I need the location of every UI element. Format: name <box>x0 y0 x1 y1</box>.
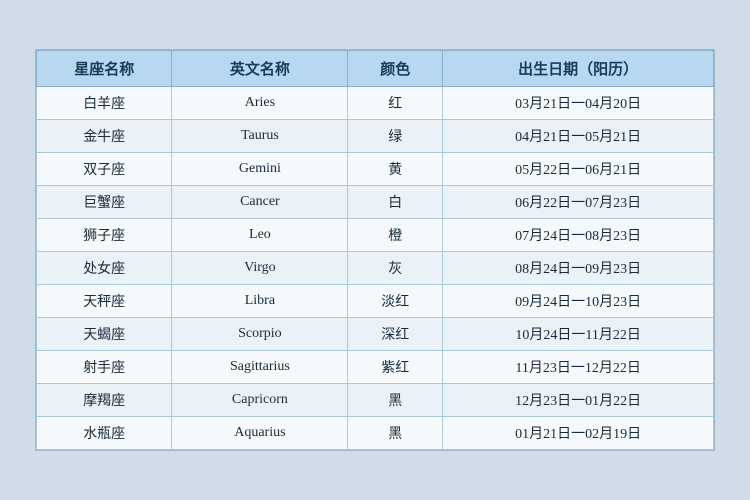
table-row: 水瓶座Aquarius黑01月21日一02月19日 <box>37 417 714 450</box>
header-english: 英文名称 <box>172 51 348 87</box>
table-row: 狮子座Leo橙07月24日一08月23日 <box>37 219 714 252</box>
cell-english: Leo <box>172 219 348 252</box>
cell-color: 白 <box>348 186 443 219</box>
cell-chinese: 水瓶座 <box>37 417 172 450</box>
cell-english: Sagittarius <box>172 351 348 384</box>
zodiac-table: 星座名称 英文名称 颜色 出生日期（阳历） 白羊座Aries红03月21日一04… <box>36 50 714 450</box>
table-header-row: 星座名称 英文名称 颜色 出生日期（阳历） <box>37 51 714 87</box>
cell-english: Capricorn <box>172 384 348 417</box>
table-row: 摩羯座Capricorn黑12月23日一01月22日 <box>37 384 714 417</box>
cell-english: Aquarius <box>172 417 348 450</box>
cell-date: 04月21日一05月21日 <box>443 120 714 153</box>
cell-chinese: 射手座 <box>37 351 172 384</box>
cell-english: Scorpio <box>172 318 348 351</box>
table-row: 处女座Virgo灰08月24日一09月23日 <box>37 252 714 285</box>
cell-chinese: 白羊座 <box>37 87 172 120</box>
cell-date: 12月23日一01月22日 <box>443 384 714 417</box>
header-date: 出生日期（阳历） <box>443 51 714 87</box>
cell-chinese: 狮子座 <box>37 219 172 252</box>
table-row: 射手座Sagittarius紫红11月23日一12月22日 <box>37 351 714 384</box>
table-body: 白羊座Aries红03月21日一04月20日金牛座Taurus绿04月21日一0… <box>37 87 714 450</box>
table-row: 天秤座Libra淡红09月24日一10月23日 <box>37 285 714 318</box>
cell-color: 绿 <box>348 120 443 153</box>
zodiac-table-container: 星座名称 英文名称 颜色 出生日期（阳历） 白羊座Aries红03月21日一04… <box>35 49 715 451</box>
cell-color: 黑 <box>348 384 443 417</box>
table-row: 白羊座Aries红03月21日一04月20日 <box>37 87 714 120</box>
header-chinese: 星座名称 <box>37 51 172 87</box>
cell-chinese: 巨蟹座 <box>37 186 172 219</box>
cell-date: 03月21日一04月20日 <box>443 87 714 120</box>
cell-date: 10月24日一11月22日 <box>443 318 714 351</box>
cell-english: Libra <box>172 285 348 318</box>
cell-chinese: 双子座 <box>37 153 172 186</box>
cell-english: Cancer <box>172 186 348 219</box>
cell-chinese: 天秤座 <box>37 285 172 318</box>
cell-chinese: 金牛座 <box>37 120 172 153</box>
cell-date: 09月24日一10月23日 <box>443 285 714 318</box>
cell-chinese: 天蝎座 <box>37 318 172 351</box>
cell-color: 红 <box>348 87 443 120</box>
cell-chinese: 摩羯座 <box>37 384 172 417</box>
cell-english: Taurus <box>172 120 348 153</box>
cell-color: 橙 <box>348 219 443 252</box>
cell-english: Gemini <box>172 153 348 186</box>
table-row: 巨蟹座Cancer白06月22日一07月23日 <box>37 186 714 219</box>
table-row: 天蝎座Scorpio深红10月24日一11月22日 <box>37 318 714 351</box>
cell-color: 紫红 <box>348 351 443 384</box>
cell-date: 11月23日一12月22日 <box>443 351 714 384</box>
cell-date: 06月22日一07月23日 <box>443 186 714 219</box>
table-row: 双子座Gemini黄05月22日一06月21日 <box>37 153 714 186</box>
cell-english: Aries <box>172 87 348 120</box>
cell-color: 黄 <box>348 153 443 186</box>
cell-color: 深红 <box>348 318 443 351</box>
cell-chinese: 处女座 <box>37 252 172 285</box>
cell-color: 黑 <box>348 417 443 450</box>
cell-color: 淡红 <box>348 285 443 318</box>
cell-date: 01月21日一02月19日 <box>443 417 714 450</box>
cell-date: 08月24日一09月23日 <box>443 252 714 285</box>
table-row: 金牛座Taurus绿04月21日一05月21日 <box>37 120 714 153</box>
cell-date: 07月24日一08月23日 <box>443 219 714 252</box>
cell-date: 05月22日一06月21日 <box>443 153 714 186</box>
header-color: 颜色 <box>348 51 443 87</box>
cell-english: Virgo <box>172 252 348 285</box>
cell-color: 灰 <box>348 252 443 285</box>
